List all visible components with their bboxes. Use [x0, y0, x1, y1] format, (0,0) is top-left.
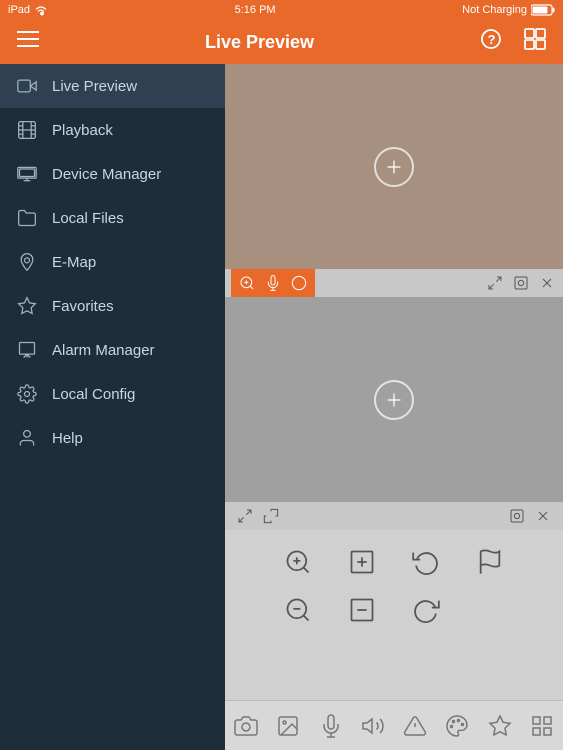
bottom-nav-palette[interactable] [437, 706, 477, 746]
record-toolbar-icon[interactable] [289, 273, 309, 293]
sidebar-label-alarm-manager: Alarm Manager [52, 342, 155, 359]
sidebar-item-local-config[interactable]: Local Config [0, 372, 225, 416]
time-display: 5:16 PM [235, 4, 276, 16]
zoom-in-action[interactable] [278, 542, 318, 582]
gear-icon [16, 383, 38, 405]
device-icon [16, 163, 38, 185]
person-icon [16, 427, 38, 449]
screenshot-icon[interactable] [511, 273, 531, 293]
page-title: Live Preview [44, 32, 475, 53]
action-row-2 [278, 590, 510, 630]
add-window-action[interactable] [342, 542, 382, 582]
remove-window-action[interactable] [342, 590, 382, 630]
battery-icon [531, 4, 555, 16]
add-channel-button-top[interactable] [374, 147, 414, 187]
sidebar-label-device-manager: Device Manager [52, 166, 161, 183]
bottom-toolbar-screenshot[interactable] [507, 506, 527, 526]
zoom-in-toolbar-icon[interactable] [237, 273, 257, 293]
action-icons-grid [225, 530, 563, 700]
menu-button[interactable] [12, 30, 44, 54]
video-cell-top[interactable] [225, 64, 563, 269]
status-right: Not Charging [462, 4, 555, 16]
zoom-out-action[interactable] [278, 590, 318, 630]
content-area [225, 64, 563, 750]
action-row-1 [278, 542, 510, 582]
main-layout: Live Preview Playback Device Manager Loc… [0, 64, 563, 750]
right-toolbar-section [485, 273, 557, 293]
help-button[interactable]: ? [475, 28, 507, 56]
wifi-icon [34, 4, 48, 16]
bottom-nav-camera[interactable] [226, 706, 266, 746]
rotate-action[interactable] [406, 590, 446, 630]
battery-status-text: Not Charging [462, 4, 527, 16]
bottom-nav-grid[interactable] [522, 706, 562, 746]
layout-button[interactable] [519, 28, 551, 56]
film-icon [16, 119, 38, 141]
sidebar-item-playback[interactable]: Playback [0, 108, 225, 152]
sidebar-label-help: Help [52, 430, 83, 447]
active-toolbar-section [231, 269, 315, 297]
close-cell-icon[interactable] [537, 273, 557, 293]
bottom-toolbar-expand[interactable] [235, 506, 255, 526]
alarm-icon [16, 339, 38, 361]
status-left: iPad [8, 4, 48, 16]
bottom-nav-mic[interactable] [311, 706, 351, 746]
refresh-action[interactable] [406, 542, 446, 582]
add-channel-button-bottom[interactable] [374, 380, 414, 420]
expand-icon[interactable] [485, 273, 505, 293]
bottom-nav-speaker[interactable] [353, 706, 393, 746]
flag-action[interactable] [470, 542, 510, 582]
sidebar-item-alarm-manager[interactable]: Alarm Manager [0, 328, 225, 372]
video-grid [225, 64, 563, 530]
sidebar-item-device-manager[interactable]: Device Manager [0, 152, 225, 196]
sidebar: Live Preview Playback Device Manager Loc… [0, 64, 225, 750]
svg-text:?: ? [488, 32, 496, 47]
bottom-nav-star[interactable] [480, 706, 520, 746]
bottom-toolbar-close[interactable] [533, 506, 553, 526]
sidebar-item-favorites[interactable]: Favorites [0, 284, 225, 328]
sidebar-label-local-config: Local Config [52, 386, 135, 403]
carrier-text: iPad [8, 4, 30, 16]
sidebar-item-local-files[interactable]: Local Files [0, 196, 225, 240]
bottom-toolbar-corner[interactable] [261, 506, 281, 526]
bottom-action-bar [225, 530, 563, 750]
sidebar-label-playback: Playback [52, 122, 113, 139]
sidebar-label-e-map: E-Map [52, 254, 96, 271]
bottom-nav [225, 700, 563, 750]
sidebar-item-live-preview[interactable]: Live Preview [0, 64, 225, 108]
mic-toolbar-icon[interactable] [263, 273, 283, 293]
header: Live Preview ? [0, 20, 563, 64]
video-toolbar [225, 269, 563, 297]
sidebar-label-live-preview: Live Preview [52, 78, 137, 95]
bottom-video-toolbar [225, 502, 563, 530]
bottom-nav-gallery[interactable] [268, 706, 308, 746]
sidebar-label-favorites: Favorites [52, 298, 114, 315]
star-icon [16, 295, 38, 317]
status-bar: iPad 5:16 PM Not Charging [0, 0, 563, 20]
folder-icon [16, 207, 38, 229]
map-icon [16, 251, 38, 273]
sidebar-label-local-files: Local Files [52, 210, 124, 227]
video-cell-bottom[interactable] [225, 297, 563, 502]
bottom-nav-alert[interactable] [395, 706, 435, 746]
camera-icon [16, 75, 38, 97]
sidebar-item-e-map[interactable]: E-Map [0, 240, 225, 284]
sidebar-item-help[interactable]: Help [0, 416, 225, 460]
